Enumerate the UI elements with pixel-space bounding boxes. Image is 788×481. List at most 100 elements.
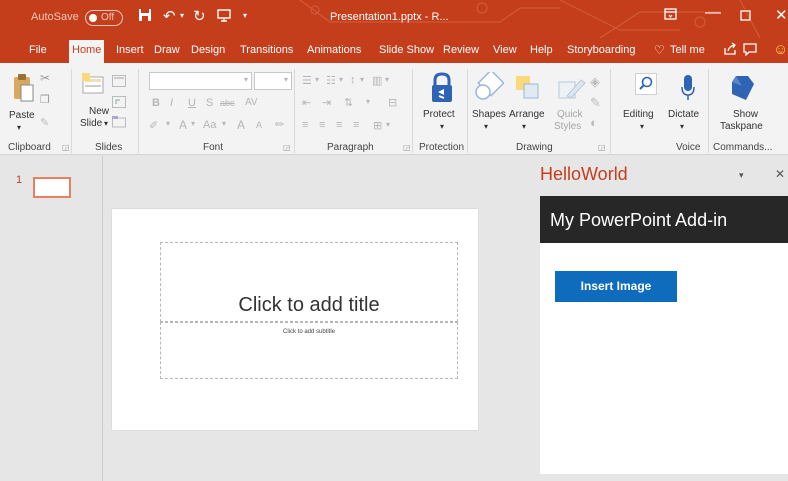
- show-taskpane-label-2[interactable]: Taskpane: [720, 121, 763, 132]
- line-spacing-dropdown-icon[interactable]: ▾: [360, 75, 364, 84]
- decrease-font-size-icon[interactable]: A: [256, 120, 262, 130]
- bullets-icon[interactable]: ☰: [302, 74, 312, 87]
- tab-animations[interactable]: Animations: [307, 44, 361, 56]
- paste-icon[interactable]: [12, 73, 34, 106]
- microphone-icon[interactable]: [680, 73, 696, 106]
- dictate-dropdown-icon[interactable]: ▾: [680, 122, 684, 131]
- drawing-launcher-icon[interactable]: ◲: [598, 143, 606, 152]
- reset-icon[interactable]: [112, 96, 126, 111]
- close-window-icon[interactable]: ✕: [775, 6, 788, 24]
- shadow-icon[interactable]: S: [206, 97, 213, 109]
- arrange-dropdown-icon[interactable]: ▾: [522, 122, 526, 131]
- save-icon[interactable]: [138, 8, 152, 26]
- change-case-icon[interactable]: Aa: [203, 119, 216, 131]
- tab-insert[interactable]: Insert: [116, 44, 144, 56]
- editing-dropdown-icon[interactable]: ▾: [640, 122, 644, 131]
- tab-view[interactable]: View: [493, 44, 517, 56]
- columns-icon[interactable]: ▥: [372, 74, 382, 87]
- character-spacing-icon[interactable]: AV: [245, 97, 258, 108]
- insert-image-button[interactable]: Insert Image: [555, 271, 677, 302]
- decrease-indent-icon[interactable]: ⇤: [302, 96, 311, 109]
- share-icon[interactable]: [723, 42, 737, 59]
- new-slide-label-2[interactable]: Slide: [80, 118, 102, 129]
- paste-label[interactable]: Paste: [9, 110, 35, 121]
- minimize-icon[interactable]: —: [705, 4, 721, 22]
- tab-file[interactable]: File: [29, 44, 47, 56]
- shapes-icon[interactable]: [474, 69, 505, 105]
- font-color-icon[interactable]: A: [179, 118, 187, 132]
- strikethrough-icon[interactable]: abc: [220, 98, 235, 108]
- subtitle-placeholder[interactable]: Click to add subtitle: [160, 322, 458, 379]
- quick-styles-label-2[interactable]: Styles: [554, 121, 581, 132]
- bold-icon[interactable]: B: [152, 97, 160, 109]
- align-center-icon[interactable]: ≡: [319, 119, 325, 131]
- tab-draw[interactable]: Draw: [154, 44, 180, 56]
- bullets-dropdown-icon[interactable]: ▾: [315, 75, 319, 84]
- justify-icon[interactable]: ≡: [353, 119, 359, 131]
- quick-styles-label-1[interactable]: Quick: [557, 109, 583, 120]
- shapes-label[interactable]: Shapes: [472, 109, 506, 120]
- align-text-icon[interactable]: ⊟: [388, 96, 397, 109]
- tab-help[interactable]: Help: [530, 44, 553, 56]
- shape-outline-icon[interactable]: ✎: [590, 95, 601, 111]
- numbering-icon[interactable]: ☷: [326, 74, 336, 87]
- clipboard-launcher-icon[interactable]: ◲: [62, 143, 70, 152]
- tab-transitions[interactable]: Transitions: [240, 44, 293, 56]
- increase-font-size-icon[interactable]: A: [237, 118, 245, 132]
- title-placeholder[interactable]: Click to add title: [160, 242, 458, 322]
- comments-icon[interactable]: [743, 42, 757, 59]
- text-direction-dropdown-icon[interactable]: ▾: [366, 97, 370, 106]
- cut-icon[interactable]: ✂: [40, 71, 50, 85]
- redo-icon[interactable]: ↻: [193, 7, 206, 25]
- clear-formatting-dropdown-icon[interactable]: ▾: [166, 119, 170, 128]
- new-slide-icon[interactable]: [82, 73, 104, 104]
- tell-me-search[interactable]: Tell me: [670, 44, 705, 56]
- undo-icon[interactable]: ↶: [163, 7, 176, 25]
- ribbon-display-options-icon[interactable]: [664, 7, 677, 23]
- line-spacing-icon[interactable]: ↕: [350, 74, 356, 86]
- paragraph-launcher-icon[interactable]: ◲: [403, 143, 411, 152]
- new-slide-dropdown-icon[interactable]: ▾: [104, 119, 108, 128]
- layout-icon[interactable]: [112, 75, 126, 90]
- font-name-combobox[interactable]: [149, 72, 252, 90]
- increase-indent-icon[interactable]: ⇥: [322, 96, 331, 109]
- font-size-dropdown-icon[interactable]: ▾: [284, 75, 288, 84]
- protect-lock-icon[interactable]: [430, 72, 454, 107]
- font-name-dropdown-icon[interactable]: ▾: [244, 75, 248, 84]
- feedback-smiley-icon[interactable]: ☺: [773, 41, 788, 58]
- protect-label[interactable]: Protect: [423, 109, 455, 120]
- tab-review[interactable]: Review: [443, 44, 479, 56]
- text-direction-icon[interactable]: ⇅: [344, 96, 353, 109]
- clear-formatting-icon[interactable]: ✐: [149, 119, 158, 132]
- align-left-icon[interactable]: ≡: [302, 119, 308, 131]
- arrange-label[interactable]: Arrange: [509, 109, 545, 120]
- smartart-dropdown-icon[interactable]: ▾: [386, 120, 390, 129]
- protect-dropdown-icon[interactable]: ▾: [440, 122, 444, 131]
- customize-qat-icon[interactable]: ▾: [243, 11, 247, 20]
- shape-fill-icon[interactable]: ◈: [590, 74, 600, 90]
- numbering-dropdown-icon[interactable]: ▾: [339, 75, 343, 84]
- shape-effects-icon[interactable]: ◐: [590, 115, 598, 130]
- show-taskpane-label-1[interactable]: Show: [733, 109, 758, 120]
- align-right-icon[interactable]: ≡: [336, 119, 342, 131]
- slide-canvas[interactable]: Click to add title Click to add subtitle: [112, 209, 478, 430]
- tab-home[interactable]: Home: [69, 40, 105, 63]
- present-from-start-icon[interactable]: [217, 8, 231, 26]
- lightbulb-icon[interactable]: ♡: [654, 43, 665, 57]
- undo-dropdown-icon[interactable]: ▾: [180, 11, 184, 20]
- shapes-dropdown-icon[interactable]: ▾: [484, 122, 488, 131]
- new-slide-label-1[interactable]: New: [89, 106, 109, 117]
- format-painter-icon[interactable]: ✎: [40, 116, 49, 129]
- task-pane-options-icon[interactable]: ▾: [739, 170, 744, 181]
- slide-thumbnail-1[interactable]: [33, 177, 71, 198]
- maximize-icon[interactable]: [740, 8, 751, 24]
- paste-dropdown-icon[interactable]: ▾: [17, 123, 21, 132]
- change-case-dropdown-icon[interactable]: ▾: [222, 119, 226, 128]
- font-launcher-icon[interactable]: ◲: [283, 143, 291, 152]
- section-icon[interactable]: [112, 116, 126, 131]
- arrange-icon[interactable]: [514, 74, 540, 105]
- show-taskpane-icon[interactable]: [728, 72, 758, 105]
- dictate-label[interactable]: Dictate: [668, 109, 699, 120]
- italic-icon[interactable]: I: [170, 97, 173, 109]
- tab-storyboarding[interactable]: Storyboarding: [567, 44, 636, 56]
